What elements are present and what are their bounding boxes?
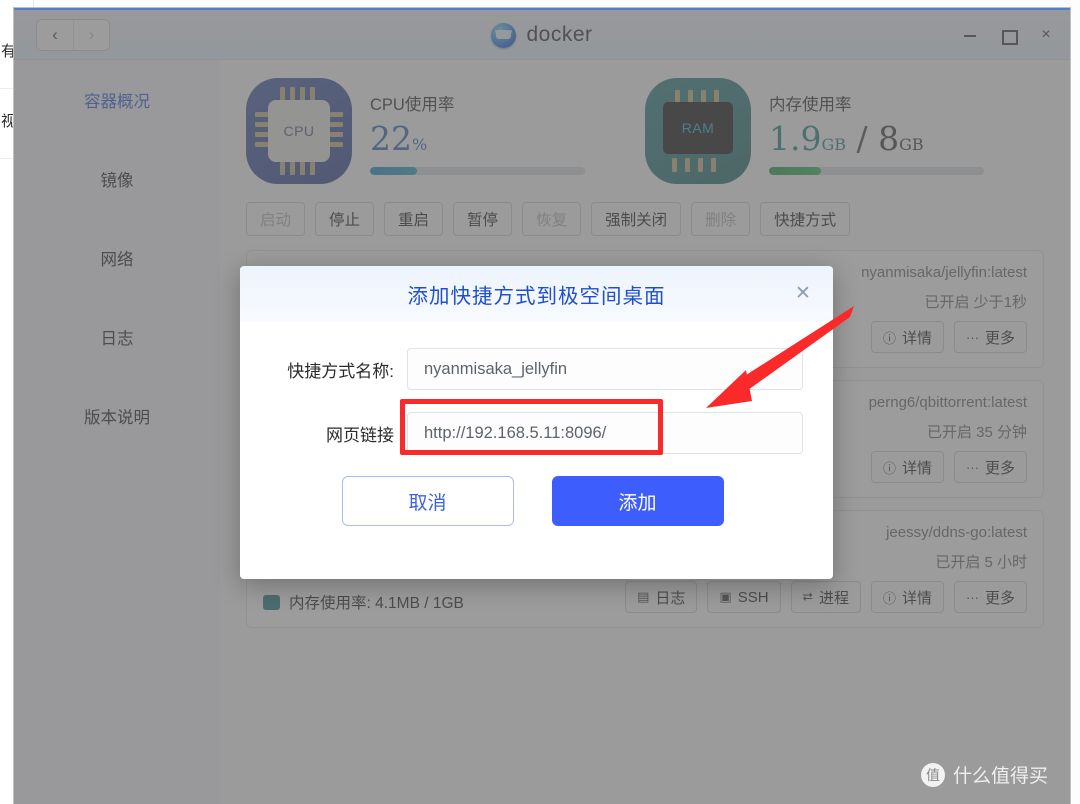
watermark: 值 什么值得买 [920,761,1048,788]
watermark-logo-icon: 值 [920,762,945,787]
watermark-text: 什么值得买 [952,766,1048,787]
close-icon[interactable]: ✕ [793,284,813,304]
add-shortcut-dialog: 添加快捷方式到极空间桌面 ✕ 快捷方式名称: nyanmisaka_jellyf… [240,266,833,579]
web-link-row: 网页链接 http://192.168.5.11:8096/ [262,412,803,454]
shortcut-name-row: 快捷方式名称: nyanmisaka_jellyfin [262,348,803,390]
confirm-button[interactable]: 添加 [551,476,724,526]
web-link-label: 网页链接 [326,425,394,445]
shortcut-name-input[interactable]: nyanmisaka_jellyfin [407,348,803,390]
dialog-title: 添加快捷方式到极空间桌面 [407,285,666,308]
cancel-button[interactable]: 取消 [341,476,514,526]
screenshot-root: 有 视 ‹ › docker × 容器概况 [0,0,1080,804]
dialog-actions: 取消 添加 [262,476,803,526]
dialog-header: 添加快捷方式到极空间桌面 ✕ [240,266,833,322]
shortcut-name-label: 快捷方式名称: [287,361,394,381]
dialog-form: 快捷方式名称: nyanmisaka_jellyfin 网页链接 http://… [240,322,833,526]
web-link-input[interactable]: http://192.168.5.11:8096/ [407,412,803,454]
